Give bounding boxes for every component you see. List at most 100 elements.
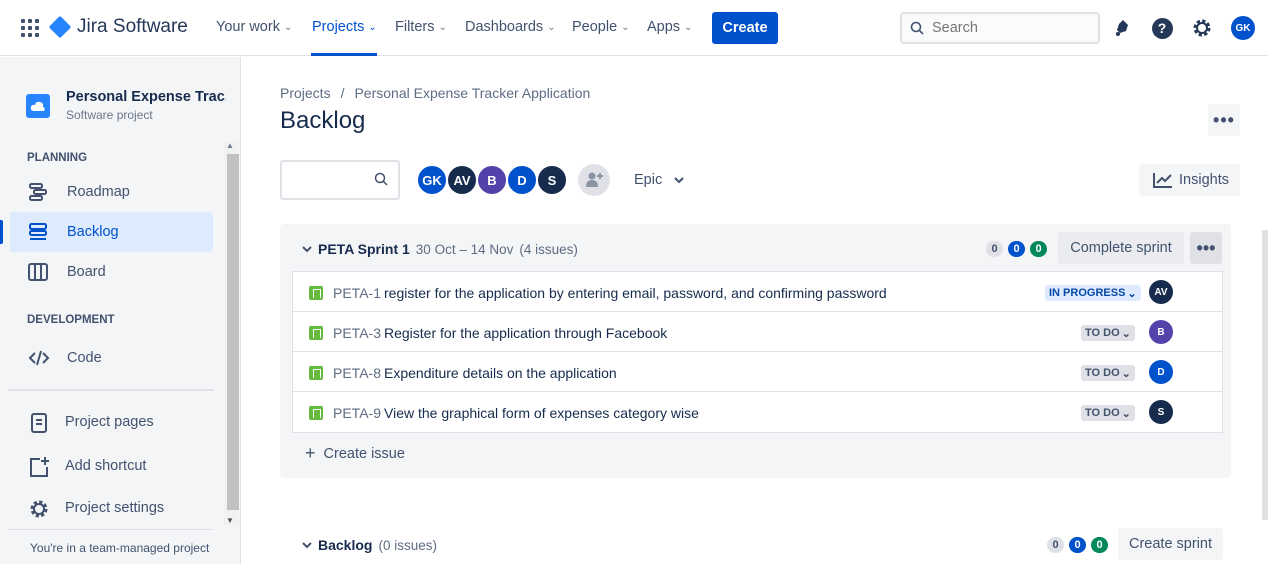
assignee-avatar[interactable]: B [1149, 320, 1173, 344]
nav-label: Apps [647, 19, 681, 35]
help-icon[interactable]: ? [1150, 16, 1174, 40]
sidebar-item-add-shortcut[interactable]: Add shortcut [10, 446, 213, 486]
jira-logo[interactable]: Jira Software [48, 15, 188, 39]
create-issue-button[interactable]: + Create issue [305, 443, 405, 464]
member-avatar-s[interactable]: S [536, 164, 568, 196]
project-name[interactable]: Personal Expense Trac... [66, 89, 226, 105]
nav-projects[interactable]: Projects ⌄ [312, 19, 377, 35]
assignee-avatar[interactable]: D [1149, 360, 1173, 384]
nav-your-work[interactable]: Your work ⌄ [216, 19, 292, 35]
backlog-search-input[interactable] [280, 160, 400, 200]
chevron-down-icon[interactable] [302, 245, 312, 253]
todo-count-badge: 0 [1047, 537, 1064, 553]
epic-filter-dropdown[interactable]: Epic [634, 172, 684, 188]
user-avatar[interactable]: GK [1231, 16, 1255, 40]
app-switcher-icon[interactable] [21, 19, 39, 37]
scroll-down-arrow-icon[interactable]: ▼ [226, 516, 234, 525]
breadcrumb-projects[interactable]: Projects [280, 85, 331, 101]
status-dropdown[interactable]: IN PROGRESS ⌄ [1045, 285, 1141, 301]
member-avatar-d[interactable]: D [506, 164, 538, 196]
sprint-issue-list: PETA-1 register for the application by e… [292, 271, 1223, 433]
sidebar-item-label: Backlog [67, 224, 119, 240]
chevron-down-icon: ⌄ [1121, 327, 1131, 340]
jira-diamond-icon [48, 15, 72, 39]
nav-dashboards[interactable]: Dashboards ⌄ [465, 19, 556, 35]
chevron-down-icon: ⌄ [1121, 367, 1131, 380]
chevron-down-icon: ⌄ [547, 21, 556, 33]
main-scrollbar[interactable] [1262, 230, 1268, 520]
sprint-dates: 30 Oct – 14 Nov [415, 241, 514, 257]
backlog-header[interactable]: Backlog (0 issues) [302, 537, 437, 553]
status-dropdown[interactable]: TO DO ⌄ [1081, 405, 1135, 421]
sidebar-item-backlog[interactable]: Backlog [0, 212, 213, 252]
sidebar-item-label: Project pages [65, 414, 154, 430]
assignee-avatar[interactable]: AV [1149, 280, 1173, 304]
member-avatar-av[interactable]: AV [446, 164, 478, 196]
project-cloud-icon [26, 94, 50, 118]
nav-label: Projects [312, 19, 365, 35]
search-box[interactable] [900, 12, 1100, 44]
team-managed-note[interactable]: You're in a team-managed project [30, 541, 209, 555]
code-icon [28, 350, 50, 366]
notifications-icon[interactable] [1111, 16, 1135, 40]
member-avatar-b[interactable]: B [476, 164, 508, 196]
insights-button[interactable]: Insights [1139, 164, 1240, 196]
active-indicator [0, 220, 3, 244]
insights-label: Insights [1179, 172, 1229, 188]
sidebar-item-label: Board [67, 264, 106, 280]
scroll-up-arrow-icon[interactable]: ▲ [226, 141, 234, 150]
inprogress-count-badge: 0 [1008, 241, 1025, 257]
issue-summary: View the graphical form of expenses cate… [384, 405, 699, 421]
sprint-header[interactable]: PETA Sprint 1 30 Oct – 14 Nov (4 issues) [302, 241, 578, 257]
top-navigation: Jira Software Your work ⌄ Projects ⌄ Filte… [0, 0, 1268, 56]
nav-filters[interactable]: Filters ⌄ [395, 19, 447, 35]
member-avatar-gk[interactable]: GK [416, 164, 448, 196]
chevron-down-icon: ⌄ [621, 21, 630, 33]
sprint-more-actions-icon[interactable]: ••• [1190, 232, 1222, 264]
sidebar-item-project-settings[interactable]: Project settings [10, 488, 213, 528]
page-title: Backlog [280, 107, 366, 134]
story-icon [309, 326, 323, 340]
status-label: TO DO [1085, 367, 1120, 379]
chevron-down-icon[interactable] [302, 541, 312, 549]
chevron-down-icon: ⌄ [438, 21, 447, 33]
create-button[interactable]: Create [712, 12, 778, 44]
issue-row[interactable]: PETA-3 Register for the application thro… [293, 312, 1222, 352]
issue-row[interactable]: PETA-1 register for the application by e… [293, 272, 1222, 312]
sidebar-scroll-thumb[interactable] [227, 154, 239, 510]
nav-people[interactable]: People ⌄ [572, 19, 630, 35]
status-dropdown[interactable]: TO DO ⌄ [1081, 365, 1135, 381]
nav-apps[interactable]: Apps ⌄ [647, 19, 692, 35]
sidebar-item-roadmap[interactable]: Roadmap [10, 172, 213, 212]
page-more-actions-icon[interactable]: ••• [1208, 104, 1240, 136]
issue-key[interactable]: PETA-1 [333, 285, 381, 301]
sidebar-item-board[interactable]: Board [10, 252, 213, 292]
sidebar-item-label: Project settings [65, 500, 165, 516]
status-dropdown[interactable]: TO DO ⌄ [1081, 325, 1135, 341]
assignee-avatar[interactable]: S [1149, 400, 1173, 424]
project-type: Software project [66, 108, 153, 122]
sidebar-item-code[interactable]: Code [10, 338, 213, 378]
done-count-badge: 0 [1030, 241, 1047, 257]
breadcrumb-separator: / [340, 85, 345, 101]
issue-key[interactable]: PETA-9 [333, 405, 381, 421]
breadcrumb-project[interactable]: Personal Expense Tracker Application [354, 85, 590, 101]
backlog-icon [29, 223, 47, 240]
issue-row[interactable]: PETA-9 View the graphical form of expens… [293, 392, 1222, 432]
create-sprint-button[interactable]: Create sprint [1118, 528, 1223, 560]
issue-key[interactable]: PETA-3 [333, 325, 381, 341]
backlog-name: Backlog [318, 537, 373, 553]
search-input[interactable] [932, 20, 1082, 36]
sprint-issue-count: (4 issues) [519, 241, 578, 257]
app-name: Jira Software [77, 16, 188, 37]
epic-label: Epic [634, 172, 663, 188]
issue-row[interactable]: PETA-8 Expenditure details on the applic… [293, 352, 1222, 392]
story-icon [309, 286, 323, 300]
issue-key[interactable]: PETA-8 [333, 365, 381, 381]
settings-gear-icon[interactable] [1190, 16, 1214, 40]
sidebar-item-project-pages[interactable]: Project pages [10, 402, 213, 442]
planning-section-label: PLANNING [27, 152, 88, 164]
story-icon [309, 406, 323, 420]
complete-sprint-button[interactable]: Complete sprint [1058, 232, 1184, 264]
add-people-icon[interactable] [578, 164, 610, 196]
